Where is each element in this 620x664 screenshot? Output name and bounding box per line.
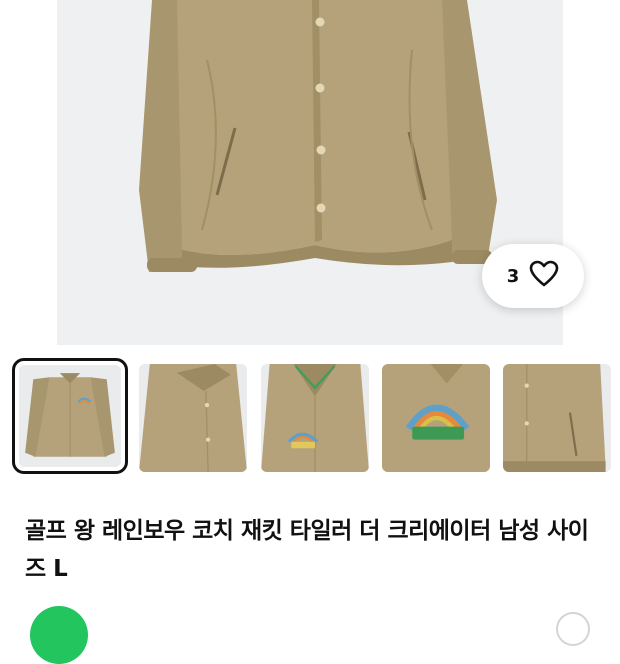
thumb-front-logo[interactable] xyxy=(261,364,369,472)
thumb-front-full[interactable] xyxy=(12,358,128,474)
like-count: 3 xyxy=(506,265,520,287)
heart-outline-icon xyxy=(529,260,559,292)
seller-avatar[interactable] xyxy=(30,606,88,664)
like-button[interactable]: 3 xyxy=(482,244,584,308)
thumbnail-strip[interactable] xyxy=(12,358,620,478)
product-title: 골프 왕 레인보우 코치 재킷 타일러 더 크리에이터 남성 사이즈 L xyxy=(25,518,589,582)
thumb-collar-detail[interactable] xyxy=(139,364,247,472)
thumb-pocket-detail[interactable] xyxy=(503,364,611,472)
more-options-icon[interactable] xyxy=(556,612,590,646)
thumb-logo-closeup[interactable] xyxy=(382,364,490,472)
